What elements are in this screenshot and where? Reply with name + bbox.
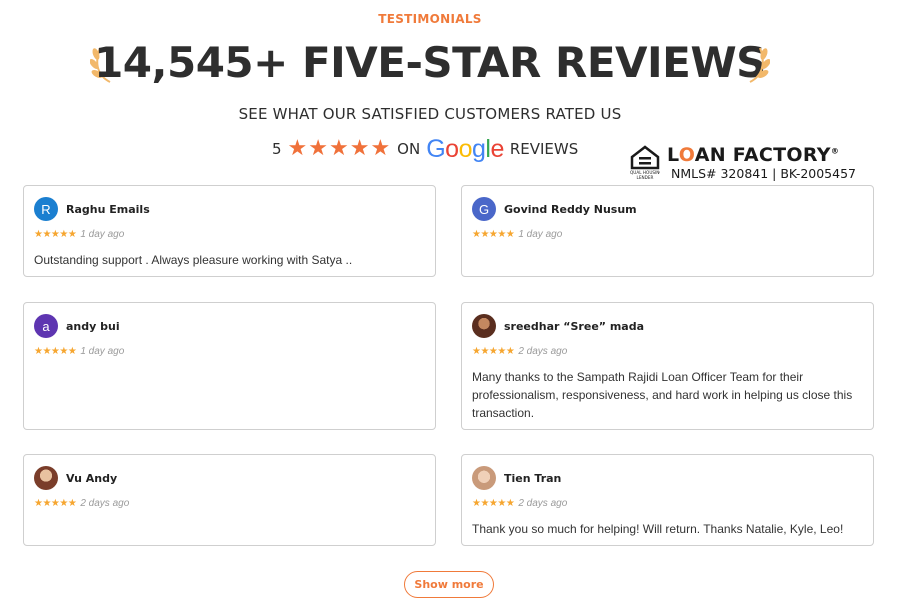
loan-factory-badge: EQUAL HOUSING LENDER LOAN FACTORY® NMLS#… [630,144,890,184]
review-stars-icon: ★★★★★ [34,345,77,357]
reviewer-name: sreedhar “Sree” mada [504,319,645,333]
review-text: Many thanks to the Sampath Rajidi Loan O… [472,370,853,420]
review-text: Outstanding support . Always pleasure wo… [34,253,353,267]
rating-reviews-text: REVIEWS [509,140,579,158]
review-stars-icon: ★★★★★ [472,345,515,357]
eho-caption-2: LENDER [637,175,654,180]
review-stars-icon: ★★★★★ [34,497,77,509]
review-date: 2 days ago [518,498,568,509]
reviewer-name: Tien Tran [504,471,562,485]
rating-on-text: ON [397,140,421,158]
review-stars-icon: ★★★★★ [472,497,515,509]
review-card: a andy bui ★★★★★ 1 day ago [23,302,436,430]
review-date: 2 days ago [518,346,568,357]
review-stars-icon: ★★★★★ [34,228,77,240]
reviewer-name: Raghu Emails [66,202,150,216]
avatar: R [34,197,58,221]
nmls-number: NMLS# 320841 | BK-2005457 [671,166,856,181]
google-rating-line: 5 ★★★★★ ON Google REVIEWS [272,135,578,163]
avatar: G [472,197,496,221]
review-date: 2 days ago [80,498,130,509]
subheading: SEE WHAT OUR SATISFIED CUSTOMERS RATED U… [238,105,622,123]
avatar [34,466,58,490]
avatar: a [34,314,58,338]
reviewer-name: Govind Reddy Nusum [504,202,637,216]
loan-factory-logo: LOAN FACTORY® [667,144,840,166]
avatar [472,314,496,338]
laurel-right-icon [749,47,770,83]
review-card: sreedhar “Sree” mada ★★★★★ 2 days ago Man… [461,302,874,430]
rating-stars-icon: ★★★★★ [287,136,392,161]
review-card: G Govind Reddy Nusum ★★★★★ 1 day ago [461,185,874,277]
reviewer-name: Vu Andy [66,471,118,485]
review-date: 1 day ago [518,229,563,240]
review-card: Tien Tran ★★★★★ 2 days ago Thank you so m… [461,454,874,546]
reviewer-name: andy bui [66,319,120,333]
review-card: R Raghu Emails ★★★★★ 1 day ago Outstanding… [23,185,436,277]
rating-score: 5 [272,140,282,158]
review-stars-icon: ★★★★★ [472,228,515,240]
equal-housing-lender-icon: EQUAL HOUSING LENDER [630,145,660,180]
avatar [472,466,496,490]
show-more-button[interactable]: Show more [404,571,494,598]
review-date: 1 day ago [80,346,125,357]
testimonials-eyebrow: TESTIMONIALS [378,12,482,26]
review-card: Vu Andy ★★★★★ 2 days ago [23,454,436,546]
review-text: Thank you so much for helping! Will retu… [472,522,844,536]
google-logo: Google [426,134,504,163]
review-date: 1 day ago [80,229,125,240]
page-title: 14,545+ FIVE-STAR REVIEWS [94,38,766,87]
